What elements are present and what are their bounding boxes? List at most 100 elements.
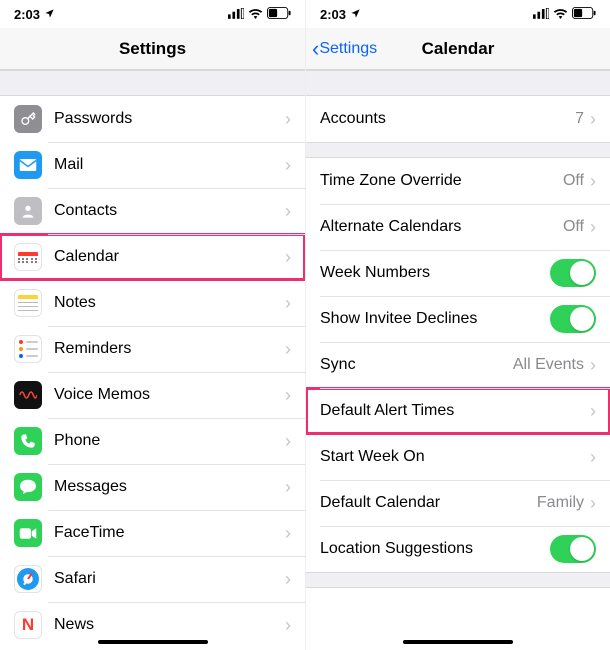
row-label: Sync — [320, 356, 513, 374]
back-button[interactable]: ‹ Settings — [312, 38, 377, 60]
settings-row-calendar[interactable]: Calendar› — [0, 234, 305, 280]
safari-icon — [14, 565, 42, 593]
chevron-right-icon: › — [590, 447, 596, 468]
settings-row-reminders[interactable]: Reminders› — [0, 326, 305, 372]
row-label: News — [54, 616, 285, 634]
contacts-icon — [14, 197, 42, 225]
calendar-row-alerts[interactable]: Default Alert Times› — [306, 388, 610, 434]
chevron-right-icon: › — [285, 523, 291, 544]
row-label: Notes — [54, 294, 285, 312]
row-label: Calendar — [54, 248, 285, 266]
row-label: Safari — [54, 570, 285, 588]
row-label: Mail — [54, 156, 285, 174]
chevron-right-icon: › — [590, 493, 596, 514]
calendar-row-startwk[interactable]: Start Week On› — [306, 434, 610, 480]
row-label: Phone — [54, 432, 285, 450]
settings-row-phone[interactable]: Phone› — [0, 418, 305, 464]
chevron-right-icon: › — [285, 431, 291, 452]
voice-memos-icon — [14, 381, 42, 409]
row-label: Voice Memos — [54, 386, 285, 404]
chevron-right-icon: › — [590, 401, 596, 422]
row-value: Off — [563, 172, 584, 190]
nav-bar: Settings — [0, 28, 305, 70]
facetime-icon — [14, 519, 42, 547]
back-label: Settings — [319, 40, 377, 58]
phone-icon — [14, 427, 42, 455]
status-bar: 2:03 — [306, 0, 610, 28]
chevron-right-icon: › — [285, 247, 291, 268]
calendar-row-declines[interactable]: Show Invitee Declines — [306, 296, 610, 342]
row-label: Default Calendar — [320, 494, 537, 512]
key-icon — [14, 105, 42, 133]
mail-icon — [14, 151, 42, 179]
calendar-row-sync[interactable]: SyncAll Events› — [306, 342, 610, 388]
row-label: FaceTime — [54, 524, 285, 542]
home-indicator[interactable] — [403, 640, 513, 644]
settings-row-voicememos[interactable]: Voice Memos› — [0, 372, 305, 418]
row-value: 7 — [575, 110, 584, 128]
location-icon — [350, 7, 361, 22]
calendar-icon — [14, 243, 42, 271]
chevron-right-icon: › — [285, 109, 291, 130]
settings-row-passwords[interactable]: Passwords› — [0, 96, 305, 142]
chevron-left-icon: ‹ — [312, 38, 319, 60]
chevron-right-icon: › — [285, 385, 291, 406]
settings-row-messages[interactable]: Messages› — [0, 464, 305, 510]
settings-row-safari[interactable]: Safari› — [0, 556, 305, 602]
chevron-right-icon: › — [285, 477, 291, 498]
home-indicator[interactable] — [98, 640, 208, 644]
page-title: Settings — [119, 39, 186, 59]
two-phone-layout: 2:03 Settings Passwords›Mail›Contact — [0, 0, 610, 650]
row-label: Location Suggestions — [320, 540, 550, 558]
row-label: Alternate Calendars — [320, 218, 563, 236]
status-time: 2:03 — [320, 7, 346, 22]
phone-left: 2:03 Settings Passwords›Mail›Contact — [0, 0, 305, 650]
nav-bar: ‹ Settings Calendar — [306, 28, 610, 70]
messages-icon — [14, 473, 42, 501]
wifi-icon — [248, 7, 263, 22]
chevron-right-icon: › — [285, 615, 291, 636]
settings-row-contacts[interactable]: Contacts› — [0, 188, 305, 234]
row-label: Week Numbers — [320, 264, 550, 282]
calendar-row-locsug[interactable]: Location Suggestions — [306, 526, 610, 572]
row-label: Time Zone Override — [320, 172, 563, 190]
chevron-right-icon: › — [590, 171, 596, 192]
notes-icon — [14, 289, 42, 317]
row-label: Contacts — [54, 202, 285, 220]
row-value: Family — [537, 494, 584, 512]
news-icon: N — [14, 611, 42, 639]
calendar-row-tz[interactable]: Time Zone OverrideOff › — [306, 158, 610, 204]
row-value: All Events — [513, 356, 584, 374]
settings-row-facetime[interactable]: FaceTime› — [0, 510, 305, 556]
chevron-right-icon: › — [285, 293, 291, 314]
chevron-right-icon: › — [285, 339, 291, 360]
settings-list[interactable]: Passwords›Mail›Contacts›Calendar›Notes›R… — [0, 70, 305, 650]
calendar-row-accounts[interactable]: Accounts7› — [306, 96, 610, 142]
cellular-signal-icon — [533, 7, 549, 22]
chevron-right-icon: › — [285, 569, 291, 590]
calendar-settings-list[interactable]: Accounts7›Time Zone OverrideOff›Alternat… — [306, 70, 610, 650]
settings-row-mail[interactable]: Mail› — [0, 142, 305, 188]
calendar-row-altcal[interactable]: Alternate CalendarsOff› — [306, 204, 610, 250]
cellular-signal-icon — [228, 7, 244, 22]
status-bar: 2:03 — [0, 0, 305, 28]
row-label: Messages — [54, 478, 285, 496]
row-value: Off — [563, 218, 584, 236]
page-title: Calendar — [422, 39, 495, 59]
row-label: Passwords — [54, 110, 285, 128]
battery-icon — [267, 7, 291, 22]
phone-right: 2:03 ‹ Settings — [305, 0, 610, 650]
chevron-right-icon: › — [285, 155, 291, 176]
wifi-icon — [553, 7, 568, 22]
toggle-locsug[interactable] — [550, 535, 596, 563]
calendar-row-defcal[interactable]: Default CalendarFamily › — [306, 480, 610, 526]
settings-row-notes[interactable]: Notes› — [0, 280, 305, 326]
row-label: Accounts — [320, 110, 575, 128]
calendar-row-weeknum[interactable]: Week Numbers — [306, 250, 610, 296]
location-icon — [44, 7, 55, 22]
row-label: Show Invitee Declines — [320, 310, 550, 328]
status-time: 2:03 — [14, 7, 40, 22]
toggle-weeknum[interactable] — [550, 259, 596, 287]
row-label: Start Week On — [320, 448, 590, 466]
toggle-declines[interactable] — [550, 305, 596, 333]
